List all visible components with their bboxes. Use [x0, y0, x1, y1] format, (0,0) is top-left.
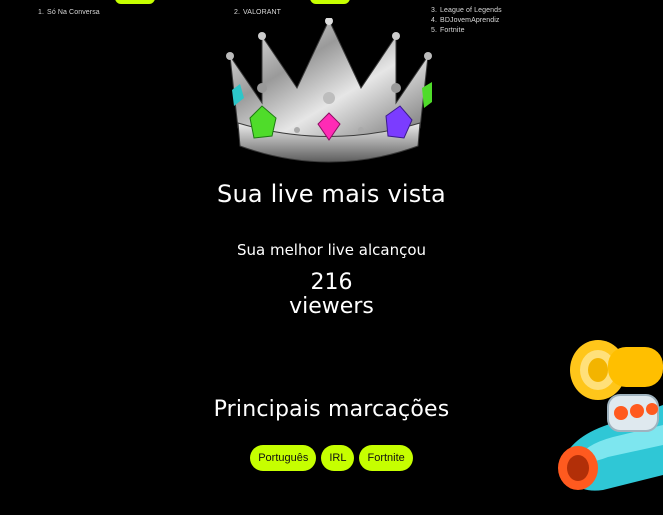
- ranking-item: 2. VALORANT: [234, 8, 281, 18]
- crown-icon: [222, 17, 436, 178]
- ranking-number: 3.: [431, 7, 438, 14]
- toy-blaster-icon: [553, 325, 663, 500]
- tag-chip-portugues[interactable]: Português: [250, 445, 317, 471]
- tag-chip-fortnite[interactable]: Fortnite: [359, 445, 413, 471]
- top-live-subtitle: Sua melhor live alcançou: [236, 241, 427, 259]
- ranking-number: 2.: [234, 9, 241, 16]
- ranking-list-left: 1. Só Na Conversa: [38, 8, 100, 18]
- ranking-item: 5. Fortnite: [431, 26, 502, 36]
- viewers-count: 216: [310, 270, 353, 295]
- ranking-list-mid: 2. VALORANT: [234, 8, 281, 18]
- accent-stub-left: [115, 0, 155, 4]
- accent-stub-mid: [310, 0, 350, 4]
- ranking-item: 1. Só Na Conversa: [38, 8, 100, 18]
- ranking-list-right: 3. League of Legends 4. BDJovemAprendiz …: [431, 6, 502, 36]
- recap-page: 1. Só Na Conversa 2. VALORANT 3. League …: [0, 0, 663, 515]
- ranking-label: VALORANT: [243, 9, 282, 16]
- ranking-number: 1.: [38, 9, 45, 16]
- viewers-label: viewers: [289, 294, 374, 319]
- ranking-item: 3. League of Legends: [431, 6, 502, 16]
- tag-chip-irl[interactable]: IRL: [321, 445, 355, 471]
- ranking-label: BDJovemAprendiz: [440, 17, 500, 24]
- ranking-label: League of Legends: [440, 7, 502, 14]
- top-live-title: Sua live mais vista: [217, 180, 446, 208]
- ranking-label: Só Na Conversa: [47, 9, 100, 16]
- ranking-label: Fortnite: [440, 27, 465, 34]
- ranking-item: 4. BDJovemAprendiz: [431, 16, 502, 26]
